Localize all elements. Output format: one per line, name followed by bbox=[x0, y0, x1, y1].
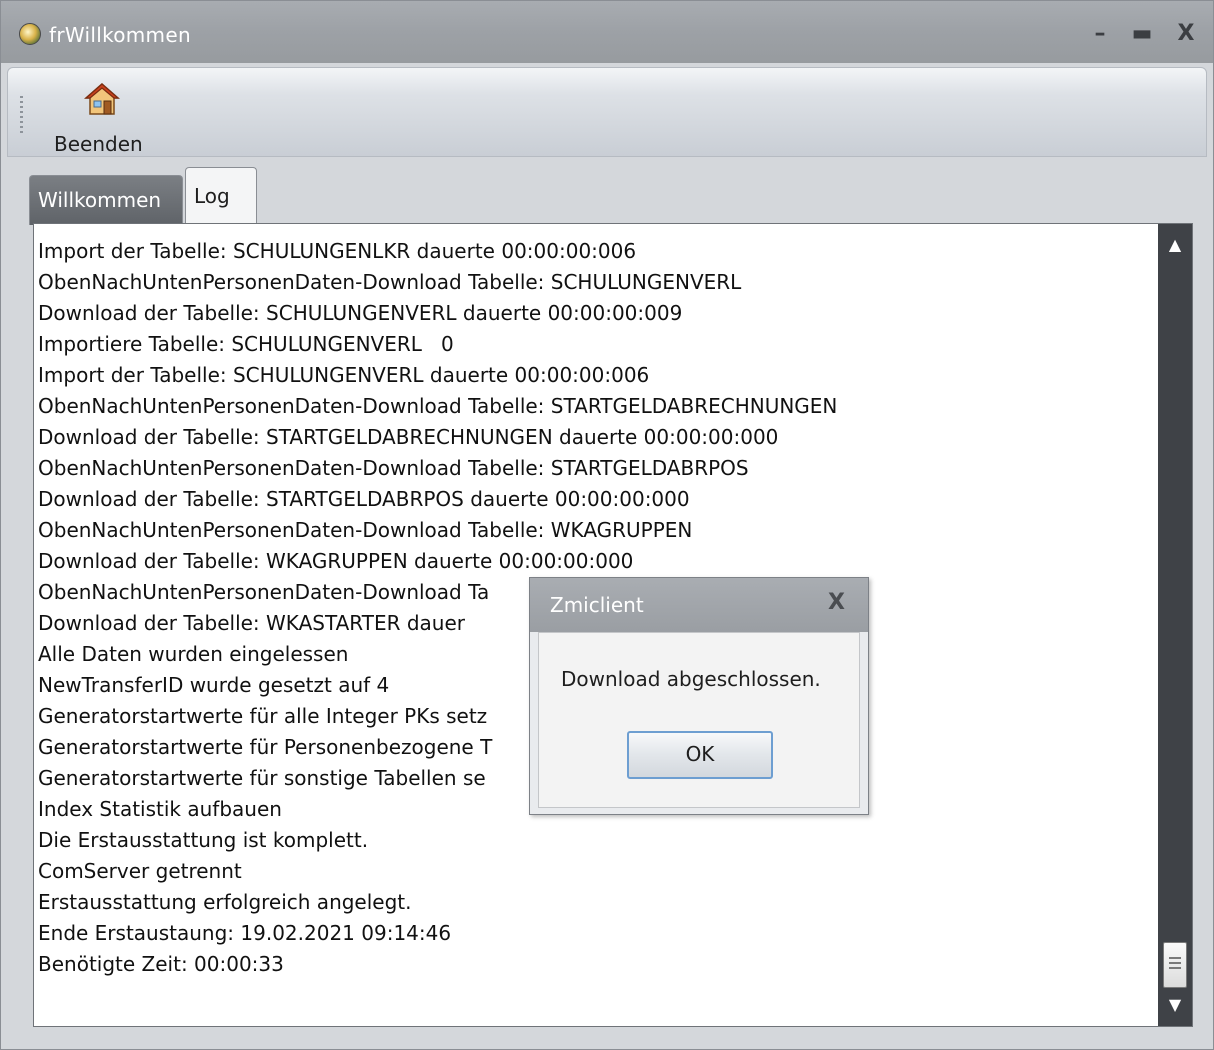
log-line: Ende Erstaustaung: 19.02.2021 09:14:46 bbox=[38, 921, 452, 945]
log-line: ComServer getrennt bbox=[38, 859, 242, 883]
log-line: Erstausstattung erfolgreich angelegt. bbox=[38, 890, 412, 914]
log-line: Download der Tabelle: STARTGELDABRECHNUN… bbox=[38, 425, 779, 449]
log-line: Importiere Tabelle: SCHULUNGENVERL 0 bbox=[38, 332, 454, 356]
ok-button[interactable]: OK bbox=[627, 731, 773, 779]
beenden-label: Beenden bbox=[54, 132, 143, 156]
log-line: ObenNachUntenPersonenDaten-Download Tabe… bbox=[38, 456, 749, 480]
scroll-up-arrow-icon[interactable]: ▲ bbox=[1158, 228, 1192, 262]
dialog-body: Download abgeschlossen. OK bbox=[538, 632, 860, 808]
toolbar-grip[interactable] bbox=[20, 96, 23, 136]
house-icon bbox=[84, 83, 120, 115]
log-line: Die Erstausstattung ist komplett. bbox=[38, 828, 369, 852]
beenden-button[interactable]: Beenden bbox=[46, 76, 156, 156]
minimize-button[interactable]: – bbox=[1085, 19, 1115, 49]
log-line: Download der Tabelle: WKAGRUPPEN dauerte… bbox=[38, 549, 634, 573]
close-button[interactable]: X bbox=[1171, 19, 1201, 49]
log-line: Import der Tabelle: SCHULUNGENVERL dauer… bbox=[38, 363, 650, 387]
window-title: frWillkommen bbox=[49, 23, 191, 47]
message-dialog: Zmiclient X Download abgeschlossen. OK bbox=[529, 577, 869, 815]
vertical-scrollbar[interactable]: ▲ ▼ bbox=[1158, 224, 1192, 1026]
tab-willkommen[interactable]: Willkommen bbox=[29, 175, 183, 225]
dialog-close-button[interactable]: X bbox=[828, 590, 845, 615]
app-globe-icon bbox=[19, 23, 41, 45]
log-line: ObenNachUntenPersonenDaten-Download Tabe… bbox=[38, 394, 838, 418]
log-line: Download der Tabelle: SCHULUNGENVERL dau… bbox=[38, 301, 683, 325]
dialog-message: Download abgeschlossen. bbox=[561, 667, 821, 691]
maximize-button[interactable]: ▬ bbox=[1127, 19, 1157, 49]
log-line: Import der Tabelle: SCHULUNGENLKR dauert… bbox=[38, 239, 637, 263]
scroll-thumb[interactable] bbox=[1163, 942, 1187, 988]
dialog-title-bar[interactable]: Zmiclient X bbox=[530, 578, 868, 632]
log-line: ObenNachUntenPersonenDaten-Download Tabe… bbox=[38, 270, 742, 294]
main-window: frWillkommen – ▬ X Beenden Willkommen Lo… bbox=[0, 0, 1214, 1050]
scroll-thumb-grip-icon bbox=[1169, 957, 1181, 971]
log-line: Benötigte Zeit: 00:00:33 bbox=[38, 952, 284, 976]
toolbar: Beenden bbox=[7, 67, 1207, 157]
title-bar[interactable]: frWillkommen – ▬ X bbox=[1, 1, 1213, 63]
log-line: ObenNachUntenPersonenDaten-Download Tabe… bbox=[38, 518, 693, 542]
tab-log[interactable]: Log bbox=[185, 167, 257, 223]
scroll-down-arrow-icon[interactable]: ▼ bbox=[1158, 988, 1192, 1022]
dialog-title: Zmiclient bbox=[550, 593, 644, 617]
log-line: Download der Tabelle: STARTGELDABRPOS da… bbox=[38, 487, 690, 511]
